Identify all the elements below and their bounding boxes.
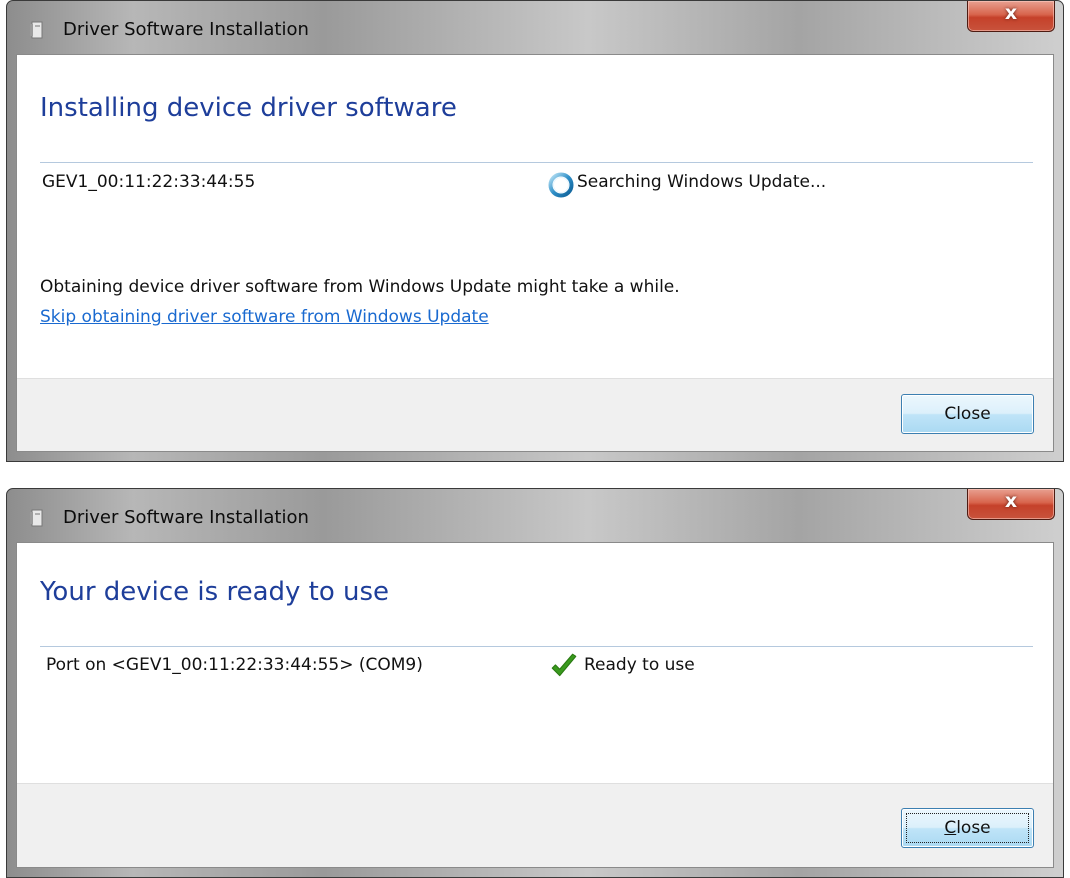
info-text: Obtaining device driver software from Wi… xyxy=(40,277,680,297)
close-button-mnemonic: C xyxy=(944,818,957,838)
title-bar[interactable]: Driver Software Installation x xyxy=(7,1,1063,53)
dialog-ready: Driver Software Installation x Your devi… xyxy=(6,488,1064,878)
dialog-client-area: Your device is ready to use Port on <GEV… xyxy=(16,542,1054,868)
title-bar[interactable]: Driver Software Installation x xyxy=(7,489,1063,541)
dialog-footer: Close xyxy=(17,378,1053,451)
driver-app-icon xyxy=(30,509,43,527)
divider xyxy=(40,646,1033,647)
status-text: Ready to use xyxy=(584,655,695,675)
close-icon: x xyxy=(1004,490,1018,512)
dialog-footer: Close xyxy=(17,783,1053,867)
window-title: Driver Software Installation xyxy=(63,19,309,40)
dialog-content: Your device is ready to use Port on <GEV… xyxy=(17,543,1053,788)
status-text: Searching Windows Update... xyxy=(577,172,827,192)
device-name: Port on <GEV1_00:11:22:33:44:55> (COM9) xyxy=(46,655,423,675)
close-button-label: lose xyxy=(956,818,991,838)
close-icon: x xyxy=(1004,2,1018,24)
dialog-client-area: Installing device driver software GEV1_0… xyxy=(16,54,1054,452)
window-close-button[interactable]: x xyxy=(967,1,1055,32)
page-title: Installing device driver software xyxy=(40,93,457,123)
spinner-icon xyxy=(548,172,574,198)
skip-windows-update-link[interactable]: Skip obtaining driver software from Wind… xyxy=(40,307,489,327)
close-button[interactable]: Close xyxy=(901,394,1034,434)
device-name: GEV1_00:11:22:33:44:55 xyxy=(42,172,256,192)
divider xyxy=(40,162,1033,163)
driver-app-icon xyxy=(30,21,43,39)
window-title: Driver Software Installation xyxy=(63,507,309,528)
close-button[interactable]: Close xyxy=(901,808,1034,848)
window-close-button[interactable]: x xyxy=(967,489,1055,520)
page-title: Your device is ready to use xyxy=(40,577,390,607)
checkmark-icon xyxy=(551,653,577,677)
dialog-content: Installing device driver software GEV1_0… xyxy=(17,55,1053,382)
dialog-installing: Driver Software Installation x Installin… xyxy=(6,0,1064,462)
